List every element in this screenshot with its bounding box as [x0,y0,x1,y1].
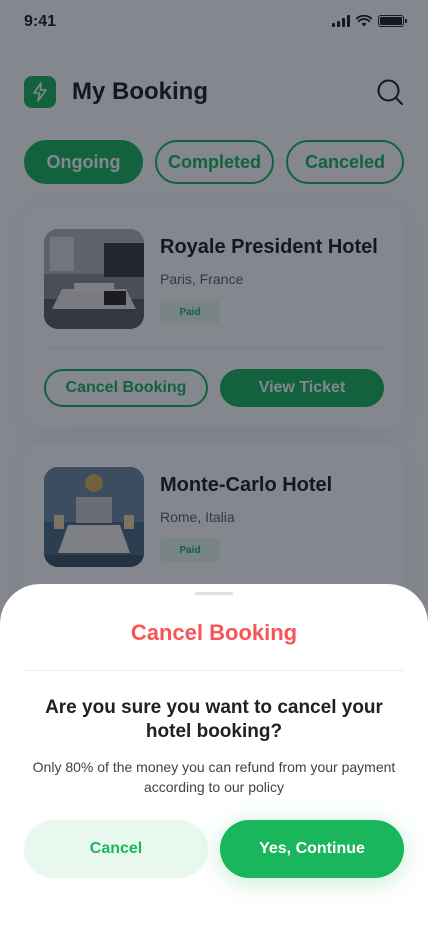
sheet-handle[interactable] [195,592,233,595]
continue-button[interactable]: Yes, Continue [220,820,404,878]
confirm-question: Are you sure you want to cancel your hot… [45,697,383,742]
my-booking-screen: 9:41 My Booking Ongoing Completed Canc [0,0,428,926]
cancel-button[interactable]: Cancel [24,820,208,878]
cancel-booking-sheet: Cancel Booking Are you sure you want to … [0,584,428,926]
sheet-divider [24,670,404,671]
sheet-title: Cancel Booking [130,620,298,645]
sheet-actions: Cancel Yes, Continue [24,820,404,878]
refund-note: Only 80% of the money you can refund fro… [32,759,396,795]
